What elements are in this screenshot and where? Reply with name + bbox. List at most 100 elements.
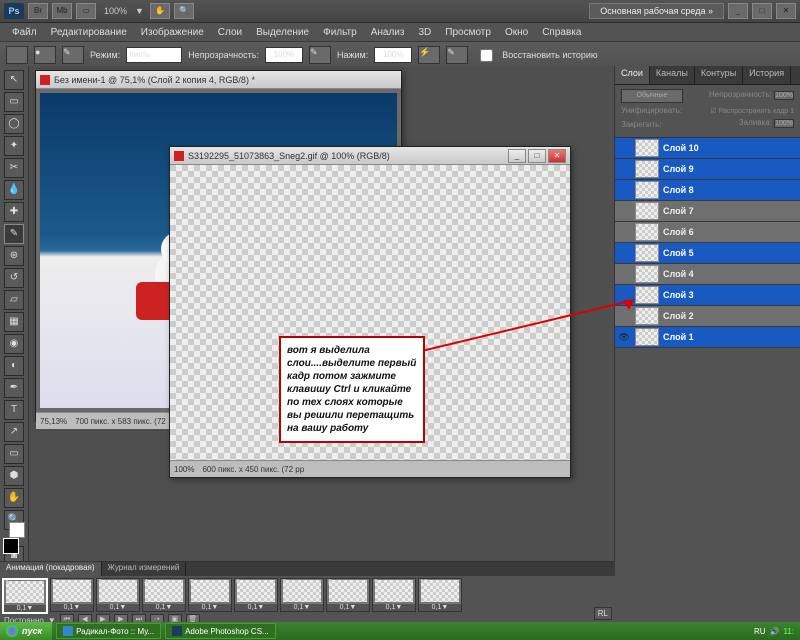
tool-preset-icon[interactable] <box>6 46 28 64</box>
layer-thumbnail[interactable] <box>635 139 659 157</box>
menu-view[interactable]: Просмотр <box>439 27 497 38</box>
close-button[interactable]: ✕ <box>776 3 796 19</box>
frame-delay[interactable]: 0,1▼ <box>373 604 415 611</box>
frame-delay[interactable]: 0,1▼ <box>97 604 139 611</box>
app-zoom[interactable]: 100% <box>104 6 127 16</box>
tab-paths[interactable]: Контуры <box>695 66 743 84</box>
doc1-zoom[interactable]: 75,13% <box>40 417 67 426</box>
history-brush-tool-icon[interactable]: ↺ <box>4 268 24 288</box>
maximize-button[interactable]: □ <box>752 3 772 19</box>
layer-thumbnail[interactable] <box>635 181 659 199</box>
menu-file[interactable]: Файл <box>6 27 43 38</box>
animation-frame[interactable]: 60,1▼ <box>234 578 278 612</box>
doc1-titlebar[interactable]: Без имени-1 @ 75,1% (Слой 2 копия 4, RGB… <box>36 71 401 89</box>
eyedropper-tool-icon[interactable]: 💧 <box>4 180 24 200</box>
layer-row[interactable]: Слой 5 <box>615 243 800 264</box>
doc2-minimize[interactable]: _ <box>508 149 526 163</box>
zoom-tool-icon[interactable]: 🔍 <box>174 3 194 19</box>
animation-frame[interactable]: 20,1▼ <box>50 578 94 612</box>
frame-delay[interactable]: 0,1▼ <box>281 604 323 611</box>
frame-delay[interactable]: 0,1▼ <box>327 604 369 611</box>
eraser-tool-icon[interactable]: ▱ <box>4 290 24 310</box>
tab-measurement-log[interactable]: Журнал измерений <box>102 562 187 576</box>
visibility-toggle-icon[interactable] <box>617 183 631 197</box>
brush-tool-icon[interactable]: ✎ <box>4 224 24 244</box>
layer-row[interactable]: Слой 6 <box>615 222 800 243</box>
menu-image[interactable]: Изображение <box>135 27 210 38</box>
menu-analysis[interactable]: Анализ <box>365 27 411 38</box>
mb-icon[interactable]: Mb <box>52 3 72 19</box>
frame-delay[interactable]: 0,1▼ <box>143 604 185 611</box>
visibility-toggle-icon[interactable] <box>617 225 631 239</box>
animation-frame[interactable]: 70,1▼ <box>280 578 324 612</box>
3d-tool-icon[interactable]: ⬢ <box>4 466 24 486</box>
pressure-opacity-icon[interactable]: ✎ <box>309 46 331 64</box>
wand-tool-icon[interactable]: ✦ <box>4 136 24 156</box>
tab-history[interactable]: История <box>743 66 791 84</box>
tab-layers[interactable]: Слои <box>615 66 650 84</box>
tray-lang[interactable]: RU <box>754 627 766 636</box>
visibility-toggle-icon[interactable] <box>617 141 631 155</box>
healing-tool-icon[interactable]: ✚ <box>4 202 24 222</box>
menu-select[interactable]: Выделение <box>250 27 315 38</box>
layer-thumbnail[interactable] <box>635 202 659 220</box>
doc2-titlebar[interactable]: S3192295_51073863_Sneg2.gif @ 100% (RGB/… <box>170 147 570 165</box>
lasso-tool-icon[interactable]: ◯ <box>4 114 24 134</box>
path-tool-icon[interactable]: ↗ <box>4 422 24 442</box>
pen-tool-icon[interactable]: ✒ <box>4 378 24 398</box>
crop-tool-icon[interactable]: ✂ <box>4 158 24 178</box>
tab-animation[interactable]: Анимация (покадровая) <box>0 562 102 576</box>
layer-row[interactable]: Слой 3 <box>615 285 800 306</box>
doc2-close[interactable]: ✕ <box>548 149 566 163</box>
start-button[interactable]: пуск <box>0 622 52 640</box>
brush-preset-icon[interactable]: ● <box>34 46 56 64</box>
layer-opacity-input[interactable]: 100% <box>774 91 794 100</box>
blend-mode-select[interactable]: Кисть <box>126 47 182 63</box>
gradient-tool-icon[interactable]: ▦ <box>4 312 24 332</box>
restore-history-checkbox[interactable] <box>480 49 493 62</box>
menu-filter[interactable]: Фильтр <box>317 27 363 38</box>
pressure-size-icon[interactable]: ✎ <box>446 46 468 64</box>
type-tool-icon[interactable]: T <box>4 400 24 420</box>
animation-frame[interactable]: 90,1▼ <box>372 578 416 612</box>
language-indicator-float[interactable]: RL <box>594 607 612 620</box>
layer-thumbnail[interactable] <box>635 160 659 178</box>
brush-panel-icon[interactable]: ✎ <box>62 46 84 64</box>
animation-frame[interactable]: 10,1▼ <box>2 578 48 614</box>
frame-delay[interactable]: 0,1▼ <box>189 604 231 611</box>
frame-delay[interactable]: 0,1▼ <box>4 605 46 612</box>
frame-delay[interactable]: 0,1▼ <box>419 604 461 611</box>
animation-frame[interactable]: 30,1▼ <box>96 578 140 612</box>
blur-tool-icon[interactable]: ◉ <box>4 334 24 354</box>
move-tool-icon[interactable]: ↖ <box>4 70 24 90</box>
blend-mode-select[interactable]: Обычные <box>621 89 683 103</box>
system-tray[interactable]: RU 🔊 11: <box>748 627 800 636</box>
hand-tool-icon[interactable]: ✋ <box>4 488 24 508</box>
propagate-checkbox[interactable]: ☑ Распространить кадр 1 <box>710 107 794 115</box>
workspace-switcher[interactable]: Основная рабочая среда » <box>589 3 724 19</box>
visibility-toggle-icon[interactable] <box>617 267 631 281</box>
visibility-toggle-icon[interactable] <box>617 246 631 260</box>
taskbar-item-photoshop[interactable]: Adobe Photoshop CS... <box>165 623 276 639</box>
layer-fill-input[interactable]: 100% <box>774 119 794 128</box>
animation-frame[interactable]: 80,1▼ <box>326 578 370 612</box>
menu-layer[interactable]: Слои <box>212 27 248 38</box>
layer-thumbnail[interactable] <box>635 244 659 262</box>
layer-row[interactable]: Слой 2 <box>615 306 800 327</box>
screenmode-icon[interactable]: ▭ <box>76 3 96 19</box>
animation-frame[interactable]: 40,1▼ <box>142 578 186 612</box>
menu-edit[interactable]: Редактирование <box>45 27 133 38</box>
hand-tool-icon[interactable]: ✋ <box>150 3 170 19</box>
doc2-maximize[interactable]: □ <box>528 149 546 163</box>
layer-row[interactable]: Слой 8 <box>615 180 800 201</box>
visibility-toggle-icon[interactable] <box>617 204 631 218</box>
airbrush-icon[interactable]: ⚡ <box>418 46 440 64</box>
frame-delay[interactable]: 0,1▼ <box>235 604 277 611</box>
menu-window[interactable]: Окно <box>499 27 534 38</box>
dodge-tool-icon[interactable]: ◐ <box>4 356 24 376</box>
layer-row[interactable]: 👁Слой 1 <box>615 327 800 348</box>
layer-thumbnail[interactable] <box>635 265 659 283</box>
minimize-button[interactable]: _ <box>728 3 748 19</box>
shape-tool-icon[interactable]: ▭ <box>4 444 24 464</box>
bridge-icon[interactable]: Br <box>28 3 48 19</box>
